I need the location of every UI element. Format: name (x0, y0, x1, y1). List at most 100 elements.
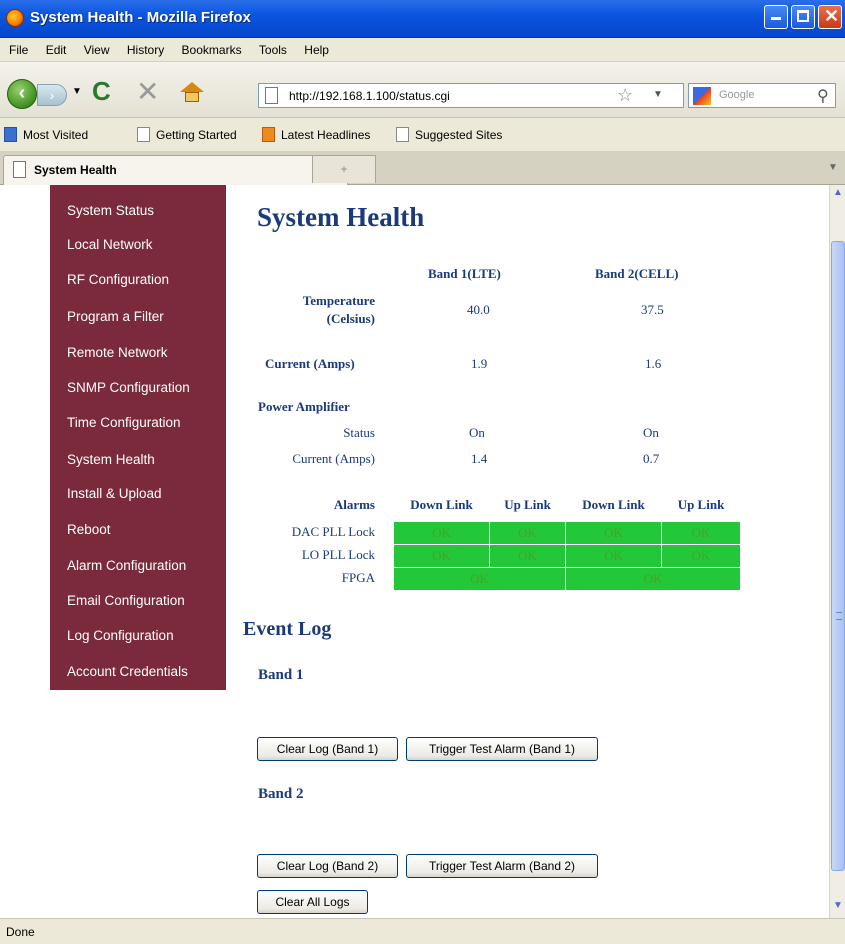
alarm-status-cell: OK (394, 522, 489, 544)
clear-log-band2-button[interactable]: Clear Log (Band 2) (257, 854, 398, 878)
firefox-icon (6, 9, 24, 27)
alarm-status-cell: OK (394, 568, 565, 590)
sidebar-item-alarm-configuration[interactable]: Alarm Configuration (67, 558, 186, 573)
trigger-test-alarm-band2-button[interactable]: Trigger Test Alarm (Band 2) (406, 854, 598, 878)
bookmark-label: Getting Started (156, 128, 237, 142)
alarm-status-cell: OK (566, 545, 661, 567)
page-title: System Health (257, 202, 425, 232)
power-amplifier-label: Power Amplifier (258, 399, 350, 414)
alarm-status-cell: OK (490, 545, 565, 567)
menu-view[interactable]: View (84, 43, 110, 57)
pa-status-label: Status (343, 425, 375, 440)
scrollbar-thumb[interactable] (831, 241, 845, 871)
bookmark-most-visited[interactable]: Most Visited (4, 127, 88, 142)
alarm-header-uplink-2: Up Link (677, 497, 725, 512)
url-bar[interactable]: http://192.168.1.100/status.cgi ☆ ▼ (258, 83, 684, 108)
search-engine-icon[interactable] (693, 87, 711, 105)
tab-label: System Health (34, 163, 117, 177)
bookmarks-bar: Most Visited Getting Started Latest Head… (0, 118, 845, 152)
maximize-button[interactable] (791, 5, 815, 29)
tab-system-health[interactable]: System Health (3, 155, 348, 185)
home-icon[interactable] (180, 82, 204, 92)
url-text[interactable]: http://192.168.1.100/status.cgi (289, 89, 450, 103)
temperature-band2: 37.5 (641, 302, 664, 317)
alarm-status-cell: OK (566, 568, 740, 590)
menu-bookmarks[interactable]: Bookmarks (182, 43, 242, 57)
history-dropdown-icon[interactable]: ▼ (72, 86, 82, 97)
trigger-test-alarm-band1-button[interactable]: Trigger Test Alarm (Band 1) (406, 737, 598, 761)
bookmark-label: Latest Headlines (281, 128, 371, 142)
sidebar-item-local-network[interactable]: Local Network (67, 237, 153, 252)
bookmark-getting-started[interactable]: Getting Started (137, 127, 237, 142)
bookmark-latest-headlines[interactable]: Latest Headlines (262, 127, 370, 142)
sidebar-item-program-filter[interactable]: Program a Filter (67, 309, 164, 324)
page-icon (13, 161, 26, 178)
vertical-scrollbar[interactable]: ▲ ▼ (829, 185, 845, 918)
alarm-header-downlink-1: Down Link (410, 497, 473, 512)
sidebar-item-snmp-configuration[interactable]: SNMP Configuration (67, 380, 190, 395)
sidebar-item-system-health[interactable]: System Health (67, 452, 155, 467)
home-icon-base[interactable] (185, 92, 199, 102)
url-dropdown-icon[interactable]: ▼ (653, 89, 663, 100)
menu-history[interactable]: History (127, 43, 164, 57)
bookmark-icon (396, 127, 409, 142)
bookmark-star-icon[interactable]: ☆ (617, 85, 633, 106)
clear-log-band1-button[interactable]: Clear Log (Band 1) (257, 737, 398, 761)
scroll-down-icon[interactable]: ▼ (831, 900, 845, 914)
sidebar-item-install-upload[interactable]: Install & Upload (67, 486, 162, 501)
sidebar-item-account-credentials[interactable]: Account Credentials (67, 664, 188, 679)
alarm-row-label: DAC PLL Lock (291, 524, 375, 539)
tab-bar: System Health + ▼ (0, 152, 845, 185)
stop-icon[interactable]: ✕ (136, 75, 159, 108)
menu-edit[interactable]: Edit (46, 43, 67, 57)
pa-status-band2: On (643, 425, 659, 440)
page-icon (265, 87, 278, 104)
alarm-status-cell: OK (394, 545, 489, 567)
alarm-row-label: FPGA (341, 570, 375, 585)
temperature-band1: 40.0 (467, 302, 490, 317)
sidebar-item-system-status[interactable]: System Status (67, 203, 154, 218)
sidebar-nav: System Status Local Network RF Configura… (50, 185, 226, 690)
navigation-toolbar: ‹ › ▼ C ✕ http://192.168.1.100/status.cg… (0, 62, 845, 118)
reload-icon[interactable]: C (92, 76, 111, 107)
clear-all-logs-button[interactable]: Clear All Logs (257, 890, 368, 914)
search-icon[interactable]: ⚲ (817, 86, 829, 106)
event-log-title: Event Log (243, 618, 332, 640)
sidebar-item-rf-configuration[interactable]: RF Configuration (67, 272, 169, 287)
sidebar-item-log-configuration[interactable]: Log Configuration (67, 628, 174, 643)
alarm-status-cell: OK (490, 522, 565, 544)
alarms-label: Alarms (333, 497, 375, 512)
scroll-up-icon[interactable]: ▲ (831, 187, 845, 201)
search-placeholder[interactable]: Google (719, 89, 754, 101)
menu-help[interactable]: Help (304, 43, 329, 57)
menu-tools[interactable]: Tools (259, 43, 287, 57)
band1-log-title: Band 1 (258, 667, 304, 683)
bookmark-suggested-sites[interactable]: Suggested Sites (396, 127, 502, 142)
sidebar-item-reboot[interactable]: Reboot (67, 522, 111, 537)
new-tab-button[interactable]: + (312, 155, 376, 183)
pa-current-band1: 1.4 (471, 451, 488, 466)
bookmark-label: Most Visited (23, 128, 89, 142)
bookmark-icon (137, 127, 150, 142)
sidebar-item-time-configuration[interactable]: Time Configuration (67, 415, 181, 430)
back-button[interactable]: ‹ (7, 79, 37, 109)
forward-button[interactable]: › (37, 84, 67, 106)
rss-icon (262, 127, 275, 142)
search-bar[interactable]: Google ⚲ (688, 83, 836, 108)
close-button[interactable]: ✕ (818, 5, 842, 29)
menu-file[interactable]: File (9, 43, 28, 57)
bookmark-label: Suggested Sites (415, 128, 503, 142)
band1-header: Band 1(LTE) (428, 266, 501, 281)
sidebar-item-remote-network[interactable]: Remote Network (67, 345, 168, 360)
alarm-status-cell: OK (566, 522, 661, 544)
band2-header: Band 2(CELL) (595, 266, 679, 281)
sidebar-item-email-configuration[interactable]: Email Configuration (67, 593, 185, 608)
status-text: Done (6, 925, 35, 939)
status-bar: Done (0, 918, 845, 944)
scrollbar-grip (836, 612, 842, 620)
tab-list-icon[interactable]: ▼ (828, 162, 838, 173)
minimize-button[interactable] (764, 5, 788, 29)
pa-status-band1: On (469, 425, 485, 440)
pa-current-label: Current (Amps) (292, 451, 375, 466)
alarm-status-cell: OK (662, 522, 740, 544)
